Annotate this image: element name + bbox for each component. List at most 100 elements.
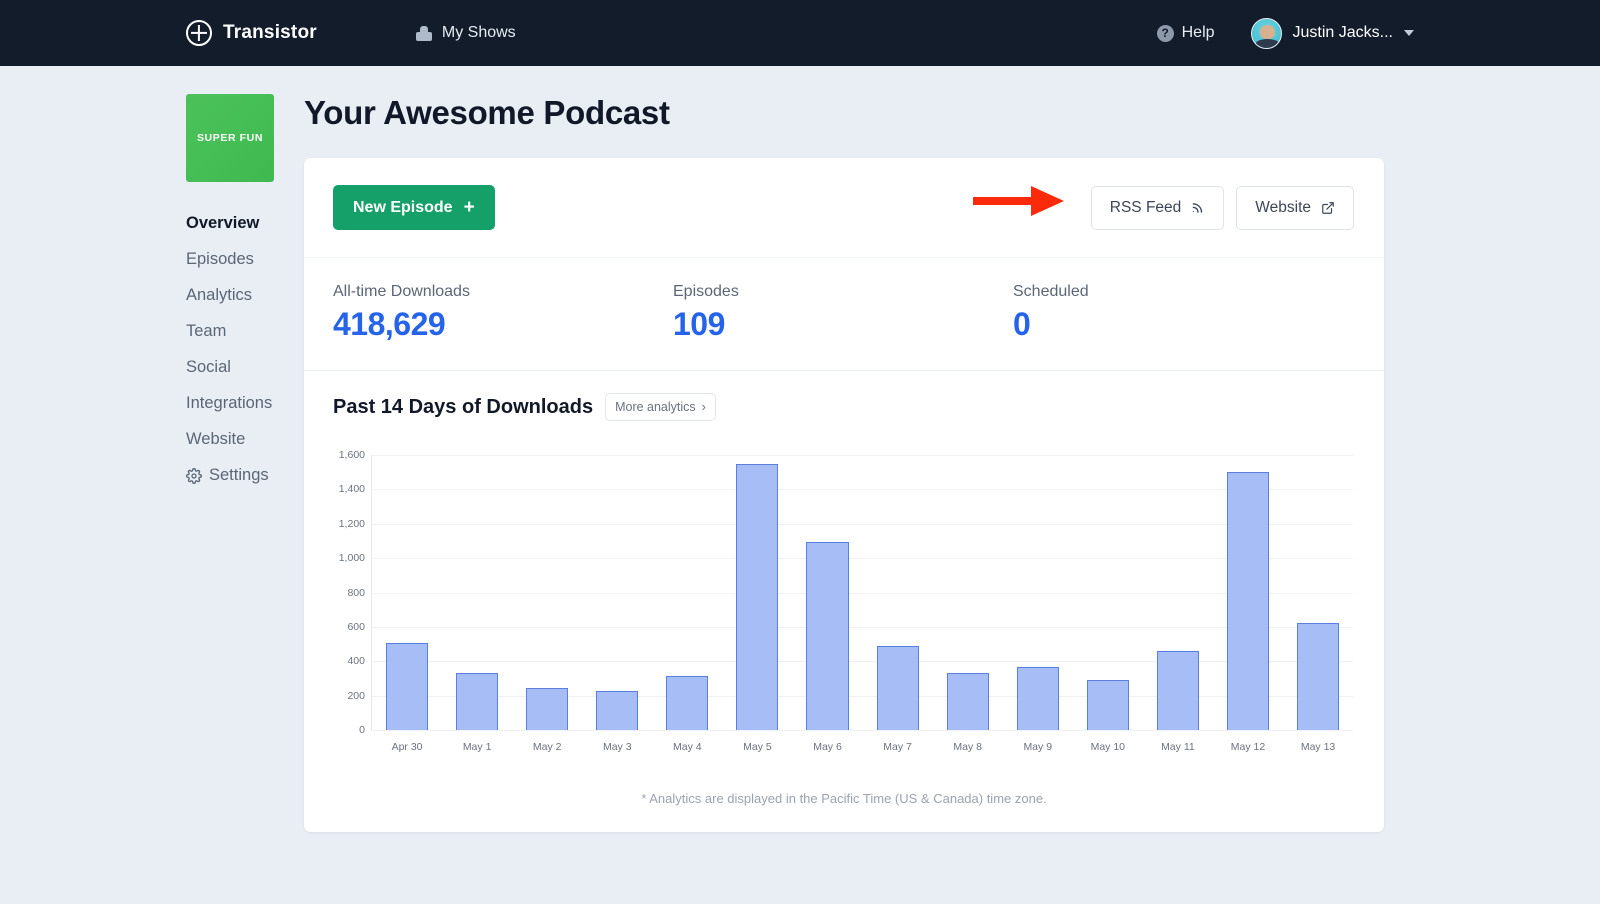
chart-bar-column[interactable]: May 7 [863, 455, 933, 730]
chart-bar[interactable] [806, 542, 848, 730]
stat-label: Episodes [673, 283, 1013, 301]
chart-bar[interactable] [456, 673, 498, 730]
chart-bar-column[interactable]: Apr 30 [372, 455, 442, 730]
chart-x-tick-label: May 4 [673, 741, 702, 753]
main-content: Your Awesome Podcast New Episode + RSS F… [304, 94, 1600, 832]
chart-footnote: * Analytics are displayed in the Pacific… [333, 791, 1355, 806]
more-analytics-label: More analytics [615, 400, 696, 414]
website-button[interactable]: Website [1236, 186, 1354, 230]
chart-bar-column[interactable]: May 3 [582, 455, 652, 730]
stat-label: Scheduled [1013, 283, 1353, 301]
chart-x-tick-label: May 9 [1023, 741, 1052, 753]
website-label: Website [1255, 199, 1311, 217]
chart-bar-column[interactable]: May 2 [512, 455, 582, 730]
chart-plot-area: 02004006008001,0001,2001,4001,600 Apr 30… [371, 455, 1353, 731]
chart-bar-column[interactable]: May 13 [1283, 455, 1353, 730]
sidebar-item-social-label: Social [186, 358, 231, 376]
chart-y-tick-label: 800 [347, 587, 365, 599]
brand-logo[interactable]: Transistor [186, 20, 317, 46]
transistor-logo-icon [186, 20, 212, 46]
chart-gridline: 0 [372, 730, 1353, 731]
chart-bar[interactable] [596, 691, 638, 730]
sidebar-item-episodes-label: Episodes [186, 250, 254, 268]
stat-value: 109 [673, 306, 1013, 343]
stat-scheduled: Scheduled 0 [1013, 283, 1353, 343]
chart-bar-column[interactable]: May 9 [1003, 455, 1073, 730]
avatar [1251, 18, 1282, 49]
chart-header: Past 14 Days of Downloads More analytics… [333, 393, 1355, 421]
sidebar-item-integrations[interactable]: Integrations [186, 394, 304, 413]
podcast-artwork-label: SUPER FUN [197, 132, 263, 144]
rss-icon [1191, 201, 1205, 215]
chart-x-tick-label: May 3 [603, 741, 632, 753]
sidebar-item-overview-label: Overview [186, 214, 259, 232]
chevron-right-icon: › [702, 400, 706, 414]
chart-y-tick-label: 1,200 [339, 518, 365, 530]
chart-x-tick-label: May 12 [1231, 741, 1265, 753]
sidebar-item-settings-label: Settings [209, 466, 269, 485]
briefcase-icon [415, 25, 433, 41]
sidebar-item-analytics[interactable]: Analytics [186, 286, 304, 305]
chart-x-tick-label: Apr 30 [392, 741, 423, 753]
chart-y-tick-label: 1,600 [339, 449, 365, 461]
sidebar-item-episodes[interactable]: Episodes [186, 250, 304, 269]
chart-bar-column[interactable]: May 5 [722, 455, 792, 730]
chart-y-tick-label: 1,400 [339, 483, 365, 495]
sidebar-item-overview[interactable]: Overview [186, 214, 304, 233]
chart-bar[interactable] [736, 464, 778, 730]
chart-x-tick-label: May 8 [953, 741, 982, 753]
more-analytics-button[interactable]: More analytics › [605, 393, 716, 421]
new-episode-button[interactable]: New Episode + [333, 185, 495, 230]
chart-x-tick-label: May 10 [1091, 741, 1125, 753]
chart-bar[interactable] [1297, 623, 1339, 730]
chart-bar[interactable] [947, 673, 989, 730]
chart-bar[interactable] [1087, 680, 1129, 730]
sidebar-item-team[interactable]: Team [186, 322, 304, 341]
nav-item-my-shows-label: My Shows [442, 24, 516, 42]
sidebar-item-website-label: Website [186, 430, 245, 448]
chart-bar[interactable] [1157, 651, 1199, 730]
user-menu[interactable]: Justin Jacks... [1251, 18, 1414, 49]
chart-bar[interactable] [877, 646, 919, 730]
chevron-down-icon [1404, 30, 1414, 36]
sidebar: SUPER FUN Overview Episodes Analytics Te… [186, 94, 304, 832]
sidebar-item-settings[interactable]: Settings [186, 466, 304, 485]
chart-bar[interactable] [526, 688, 568, 730]
chart-bar[interactable] [1017, 667, 1059, 730]
podcast-artwork[interactable]: SUPER FUN [186, 94, 274, 182]
page-title: Your Awesome Podcast [304, 94, 1600, 132]
stat-all-time-downloads: All-time Downloads 418,629 [333, 283, 673, 343]
card-toolbar: New Episode + RSS Feed [304, 158, 1384, 258]
chart-x-tick-label: May 11 [1161, 741, 1195, 753]
chart-bar[interactable] [666, 676, 708, 730]
sidebar-item-website[interactable]: Website [186, 430, 304, 449]
stat-episodes: Episodes 109 [673, 283, 1013, 343]
chart-bar-column[interactable]: May 4 [652, 455, 722, 730]
nav-item-my-shows[interactable]: My Shows [415, 24, 516, 42]
chart-bar-column[interactable]: May 11 [1143, 455, 1213, 730]
downloads-chart-block: Past 14 Days of Downloads More analytics… [304, 371, 1384, 832]
chart-bar[interactable] [386, 643, 428, 730]
chart-bar[interactable] [1227, 472, 1269, 730]
question-circle-icon: ? [1157, 25, 1174, 42]
navbar-right-group: ? Help Justin Jacks... [1157, 0, 1414, 66]
chart-bar-column[interactable]: May 6 [792, 455, 862, 730]
card-toolbar-actions: RSS Feed Website [1091, 186, 1354, 230]
gear-icon [186, 468, 202, 484]
stats-row: All-time Downloads 418,629 Episodes 109 … [304, 258, 1384, 371]
help-button[interactable]: ? Help [1157, 24, 1215, 42]
bar-chart: 02004006008001,0001,2001,4001,600 Apr 30… [333, 447, 1355, 765]
chart-y-tick-label: 400 [347, 655, 365, 667]
chart-bar-column[interactable]: May 1 [442, 455, 512, 730]
username-label: Justin Jacks... [1293, 24, 1393, 42]
sidebar-nav: Overview Episodes Analytics Team Social … [186, 214, 304, 485]
chart-bar-column[interactable]: May 10 [1073, 455, 1143, 730]
rss-feed-button[interactable]: RSS Feed [1091, 186, 1225, 230]
chart-bar-column[interactable]: May 8 [933, 455, 1003, 730]
sidebar-item-social[interactable]: Social [186, 358, 304, 377]
chart-x-tick-label: May 2 [533, 741, 562, 753]
chart-bar-column[interactable]: May 12 [1213, 455, 1283, 730]
stat-label: All-time Downloads [333, 283, 673, 301]
chart-bars: Apr 30May 1May 2May 3May 4May 5May 6May … [372, 455, 1353, 730]
chart-x-tick-label: May 5 [743, 741, 772, 753]
